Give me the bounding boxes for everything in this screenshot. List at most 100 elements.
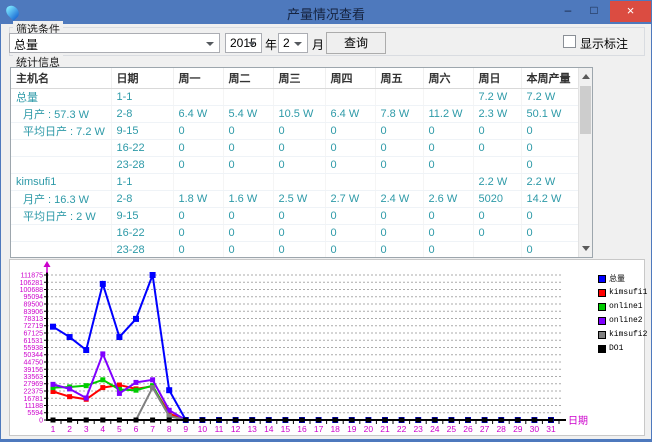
column-header[interactable]: 周三 [273,68,325,88]
query-button[interactable]: 查询 [326,32,386,54]
chart-canvas: 0559411188167812237527969335633915644750… [10,260,644,435]
marker-online2 [134,380,139,385]
table-cell: 0 [325,241,375,258]
column-header[interactable]: 周一 [173,68,223,88]
show-labels-label: 显示标注 [580,35,628,52]
table-cell: 总量 [11,88,111,105]
table-row[interactable]: 16-2200000000 [11,224,579,241]
table-cell [273,88,325,105]
legend-swatch [598,275,606,283]
marker-online2 [51,382,56,387]
table-cell: 0 [173,156,223,173]
year-select[interactable]: 2015 [225,33,262,53]
table-cell: 0 [223,156,273,173]
table-cell: 0 [173,224,223,241]
table-row[interactable]: 总量1-17.2 W7.2 W [11,88,579,105]
table-cell: 1-1 [111,88,173,105]
close-button[interactable]: × [610,1,651,22]
table-cell: 0 [325,156,375,173]
marker-DO1 [250,418,255,423]
titlebar: 产量情况查看 – □ × [1,1,651,24]
table-cell: 0 [325,139,375,156]
table-scrollbar[interactable] [578,68,592,257]
table-row[interactable]: 16-2200000000 [11,139,579,156]
table-cell: 0 [173,207,223,224]
table-cell: 1.6 W [223,190,273,207]
table-cell [11,156,111,173]
table-cell: 2-8 [111,190,173,207]
production-chart: 0559411188167812237527969335633915644750… [9,259,645,436]
y-axis-arrow-head [44,261,51,267]
marker-DO1 [117,418,122,423]
table-cell: 0 [473,122,521,139]
x-tick-label: 21 [380,424,390,434]
scroll-down-icon[interactable] [582,246,590,251]
column-header[interactable]: 周六 [423,68,473,88]
x-tick-label: 24 [430,424,440,434]
marker-kimsufi1 [100,385,105,390]
column-header[interactable]: 日期 [111,68,173,88]
legend-swatch [598,331,606,339]
scrollbar-thumb[interactable] [580,86,591,134]
x-tick-label: 3 [84,424,89,434]
table-cell [473,156,521,173]
x-tick-label: 28 [496,424,506,434]
table-cell: 0 [325,207,375,224]
month-select[interactable]: 2 [278,33,308,53]
x-tick-label: 10 [198,424,208,434]
table-cell: 1-1 [111,173,173,190]
table-cell [11,139,111,156]
table-row[interactable]: 23-280000000 [11,241,579,258]
y-tick-label: 89500 [24,302,44,309]
x-axis-title: 日期 [568,415,588,427]
table-cell: 14.2 W [521,190,579,207]
table-cell [375,88,423,105]
table-row[interactable]: 23-280000000 [11,156,579,173]
x-tick-label: 6 [134,424,139,434]
table-cell: 0 [173,122,223,139]
marker-DO1 [499,418,504,423]
x-tick-label: 4 [100,424,105,434]
table-cell: 0 [173,241,223,258]
table-row[interactable]: kimsufi11-12.2 W2.2 W [11,173,579,190]
table-row[interactable]: 平均日产 : 7.2 W9-1500000000 [11,122,579,139]
legend-swatch [598,345,606,353]
table-cell: 0 [273,139,325,156]
minimize-button[interactable]: – [557,1,579,22]
marker-DO1 [266,418,271,423]
legend-item: 总量 [598,272,647,285]
marker-DO1 [67,418,72,423]
marker-online2 [100,351,105,356]
chevron-down-icon [248,42,256,46]
table-cell [11,241,111,258]
y-tick-label: 100688 [20,287,43,294]
column-header[interactable]: 周四 [325,68,375,88]
marker-DO1 [150,418,155,423]
y-tick-label: 16781 [24,396,44,403]
marker-online2 [67,386,72,391]
table-cell: 5020 [473,190,521,207]
table-row[interactable]: 月产 : 57.3 W2-86.4 W5.4 W10.5 W6.4 W7.8 W… [11,105,579,122]
host-select[interactable]: 总量 [9,33,220,53]
table-cell: 16-22 [111,224,173,241]
x-tick-label: 18 [330,424,340,434]
table-cell: 2-8 [111,105,173,122]
x-tick-label: 27 [480,424,490,434]
column-header[interactable]: 周日 [473,68,521,88]
column-header[interactable]: 周五 [375,68,423,88]
scroll-up-icon[interactable] [582,74,590,79]
table-cell: 0 [173,139,223,156]
table-cell: 0 [325,122,375,139]
legend-item: DO1 [598,342,647,355]
column-header[interactable]: 周二 [223,68,273,88]
show-labels-checkbox[interactable] [563,35,576,48]
table-row[interactable]: 月产 : 16.3 W2-81.8 W1.6 W2.5 W2.7 W2.4 W2… [11,190,579,207]
column-header[interactable]: 主机名 [11,68,111,88]
column-header[interactable]: 本周产量 [521,68,579,88]
maximize-button[interactable]: □ [583,1,605,22]
legend-item: online1 [598,300,647,313]
table-cell: 0 [423,207,473,224]
marker-DO1 [482,418,487,423]
marker-总量 [50,324,56,330]
table-row[interactable]: 平均日产 : 2 W9-1500000000 [11,207,579,224]
